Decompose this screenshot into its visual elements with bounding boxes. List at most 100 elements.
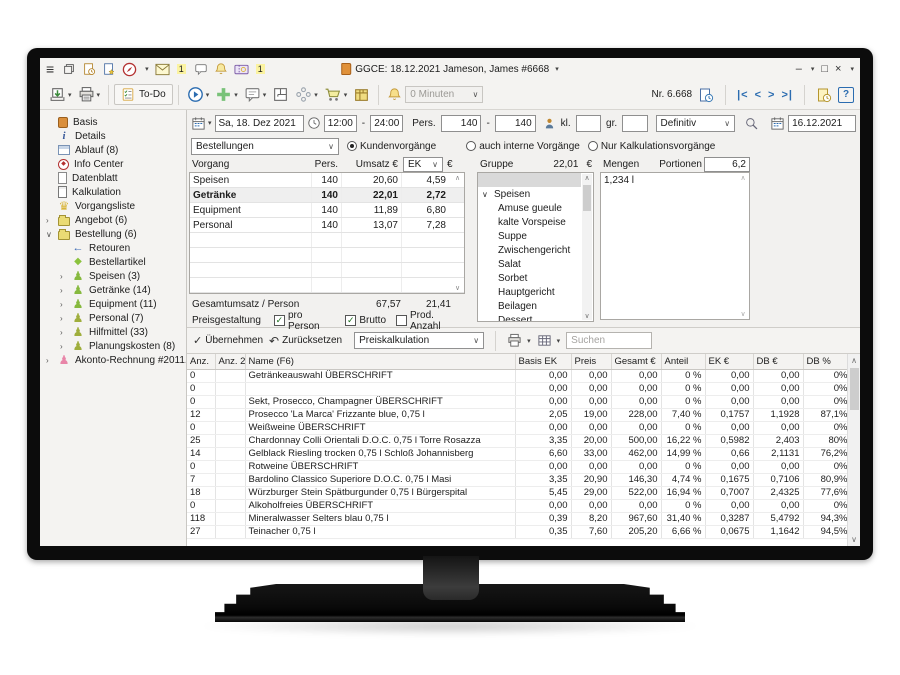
- gruppe-empty-selected-row[interactable]: [478, 173, 581, 187]
- col-vorgang-header[interactable]: Vorgang: [189, 156, 311, 172]
- gruppe-item[interactable]: Amuse gueule: [478, 201, 581, 215]
- tree-collapse-icon[interactable]: ∨: [482, 190, 494, 199]
- article-row[interactable]: 25 Chardonnay Colli Orientali D.O.C. 0,7…: [187, 434, 847, 447]
- article-row[interactable]: 18 Würzburger Stein Spätburgunder 0,75 l…: [187, 486, 847, 499]
- table-print-button[interactable]: ▾: [507, 333, 531, 348]
- time-to-field[interactable]: 24:00: [370, 115, 403, 132]
- article-row[interactable]: 14 Gelblack Riesling trocken 0,75 l Schl…: [187, 447, 847, 460]
- tree-expand-icon[interactable]: ›: [60, 272, 70, 281]
- start-process-button[interactable]: ▾: [187, 86, 210, 103]
- search-input[interactable]: [566, 332, 652, 349]
- sidebar-item[interactable]: › Personal (7): [40, 311, 186, 325]
- window-restore-icon[interactable]: [62, 62, 76, 76]
- help-button[interactable]: ?: [838, 87, 854, 103]
- pricing-checkbox[interactable]: ✓ pro Person: [274, 310, 335, 332]
- col-umsatz-header[interactable]: Umsatz €: [341, 156, 401, 172]
- ticket-icon[interactable]: [234, 63, 249, 76]
- col-gesamt[interactable]: Gesamt €: [611, 354, 661, 369]
- participants-button[interactable]: ▾: [295, 86, 318, 103]
- status-select[interactable]: Definitiv∨: [656, 115, 736, 132]
- todo-button[interactable]: To-Do: [114, 84, 173, 105]
- col-preis[interactable]: Preis: [571, 354, 611, 369]
- radio-kundenvorgaenge[interactable]: Kundenvorgänge: [347, 141, 436, 152]
- radio-interne-vorgaenge[interactable]: auch interne Vorgänge: [466, 141, 580, 152]
- maximize-button[interactable]: □: [821, 63, 828, 75]
- calendar-picker-button[interactable]: ▾: [191, 116, 212, 131]
- event-date-field[interactable]: Sa, 18. Dez 2021: [215, 115, 304, 132]
- gruppe-item[interactable]: Hauptgericht: [478, 285, 581, 299]
- info-center-compass-icon[interactable]: [122, 62, 137, 77]
- export-dropdown-icon[interactable]: ▾: [68, 91, 72, 99]
- sidebar-item[interactable]: Vorgangsliste: [40, 199, 186, 213]
- history-document-icon[interactable]: [816, 87, 832, 103]
- nav-last-button[interactable]: >|: [781, 89, 793, 101]
- pricing-checkbox[interactable]: ✓ Brutto: [345, 310, 386, 332]
- tree-expand-icon[interactable]: ›: [60, 328, 70, 337]
- calc-mode-select[interactable]: Preiskalkulation∨: [354, 332, 484, 349]
- sidebar-item[interactable]: › Speisen (3): [40, 269, 186, 283]
- article-row[interactable]: 0 Getränkeauswahl ÜBERSCHRIFT 0,00 0,00 …: [187, 369, 847, 382]
- scroll-down-icon[interactable]: ∨: [740, 310, 745, 318]
- participants-dropdown-icon[interactable]: ▾: [314, 91, 318, 99]
- sidebar-item[interactable]: Details: [40, 129, 186, 143]
- nav-first-button[interactable]: |<: [737, 89, 749, 101]
- time-from-field[interactable]: 12:00: [324, 115, 357, 132]
- sidebar-item[interactable]: Info Center: [40, 157, 186, 171]
- article-row[interactable]: 0 Rotweine ÜBERSCHRIFT 0,00 0,00 0,00 0 …: [187, 460, 847, 473]
- chat-icon[interactable]: [194, 62, 208, 76]
- kl-field[interactable]: [576, 115, 601, 132]
- scrollbar-thumb[interactable]: [583, 185, 591, 211]
- article-row[interactable]: 27 Teinacher 0,75 l 0,35 7,60 205,20 6,6…: [187, 525, 847, 538]
- compass-dropdown-icon[interactable]: ▾: [145, 65, 149, 73]
- ek-select[interactable]: EK∨: [403, 157, 443, 172]
- vorgang-row[interactable]: Getränke 140 22,01 2,72: [190, 188, 464, 203]
- add-dropdown-icon[interactable]: ▾: [234, 91, 238, 99]
- mengen-scrollbar[interactable]: ∧ ∨: [738, 174, 748, 318]
- sidebar-item[interactable]: › Hilfmittel (33): [40, 325, 186, 339]
- apply-button[interactable]: ✓ Übernehmen: [193, 334, 263, 347]
- article-row[interactable]: 0 0,00 0,00 0,00 0 % 0,00 0,00: [187, 382, 847, 395]
- reset-button[interactable]: ↶ Zurücksetzen: [269, 334, 342, 348]
- article-row[interactable]: 7 Bardolino Classico Superiore D.O.C. 0,…: [187, 473, 847, 486]
- gruppe-group-row[interactable]: ∨ Speisen: [478, 187, 581, 201]
- print-button[interactable]: ▾: [78, 86, 101, 103]
- tree-expand-icon[interactable]: ›: [46, 356, 56, 365]
- portionen-field[interactable]: 6,2: [704, 157, 750, 172]
- article-row[interactable]: 118 Mineralwasser Selters blau 0,75 l 0,…: [187, 512, 847, 525]
- gruppe-item[interactable]: Suppe: [478, 229, 581, 243]
- table-layout-button[interactable]: ▾: [537, 333, 561, 348]
- reminder-interval-select[interactable]: 0 Minuten∨: [405, 86, 483, 103]
- gr-field[interactable]: [622, 115, 647, 132]
- print-dropdown-icon[interactable]: ▾: [97, 91, 101, 99]
- cart-button[interactable]: ▾: [324, 86, 348, 103]
- package-button[interactable]: [353, 86, 370, 103]
- article-row[interactable]: 0 Weißweine ÜBERSCHRIFT 0,00 0,00 0,00 0…: [187, 421, 847, 434]
- mail-icon[interactable]: [155, 63, 170, 76]
- tree-expand-icon[interactable]: ›: [60, 286, 70, 295]
- start-dropdown-icon[interactable]: ▾: [206, 91, 210, 99]
- gruppe-item[interactable]: Zwischengericht: [478, 243, 581, 257]
- sidebar-item[interactable]: Datenblatt: [40, 171, 186, 185]
- floorplan-button[interactable]: [272, 86, 289, 103]
- cart-dropdown-icon[interactable]: ▾: [344, 91, 348, 99]
- sidebar-item[interactable]: › Equipment (11): [40, 297, 186, 311]
- scroll-up-icon[interactable]: ∧: [455, 174, 460, 182]
- persons-to-field[interactable]: 140: [495, 115, 536, 132]
- pricing-checkbox[interactable]: ✓ Prod. Anzahl: [396, 310, 465, 332]
- sidebar-item[interactable]: › Planungskosten (8): [40, 339, 186, 353]
- nav-prev-button[interactable]: <: [755, 89, 762, 101]
- col-pers-header[interactable]: Pers.: [311, 156, 341, 172]
- add-button[interactable]: ▾: [215, 86, 238, 103]
- article-row[interactable]: 0 Sekt, Prosecco, Champagner ÜBERSCHRIFT…: [187, 395, 847, 408]
- sidebar-item[interactable]: Bestellartikel: [40, 255, 186, 269]
- scroll-down-icon[interactable]: ∨: [851, 535, 857, 544]
- scroll-up-icon[interactable]: ∧: [740, 174, 745, 182]
- scrollbar-thumb[interactable]: [850, 368, 859, 410]
- tree-expand-icon[interactable]: ›: [60, 342, 70, 351]
- sidebar-item[interactable]: Kalkulation: [40, 185, 186, 199]
- layout-dropdown-icon[interactable]: ▾: [557, 337, 561, 345]
- end-date-field[interactable]: 16.12.2021: [788, 115, 856, 132]
- hamburger-menu-icon[interactable]: ≡: [46, 61, 54, 77]
- tree-expand-icon[interactable]: ›: [60, 300, 70, 309]
- persons-from-field[interactable]: 140: [441, 115, 482, 132]
